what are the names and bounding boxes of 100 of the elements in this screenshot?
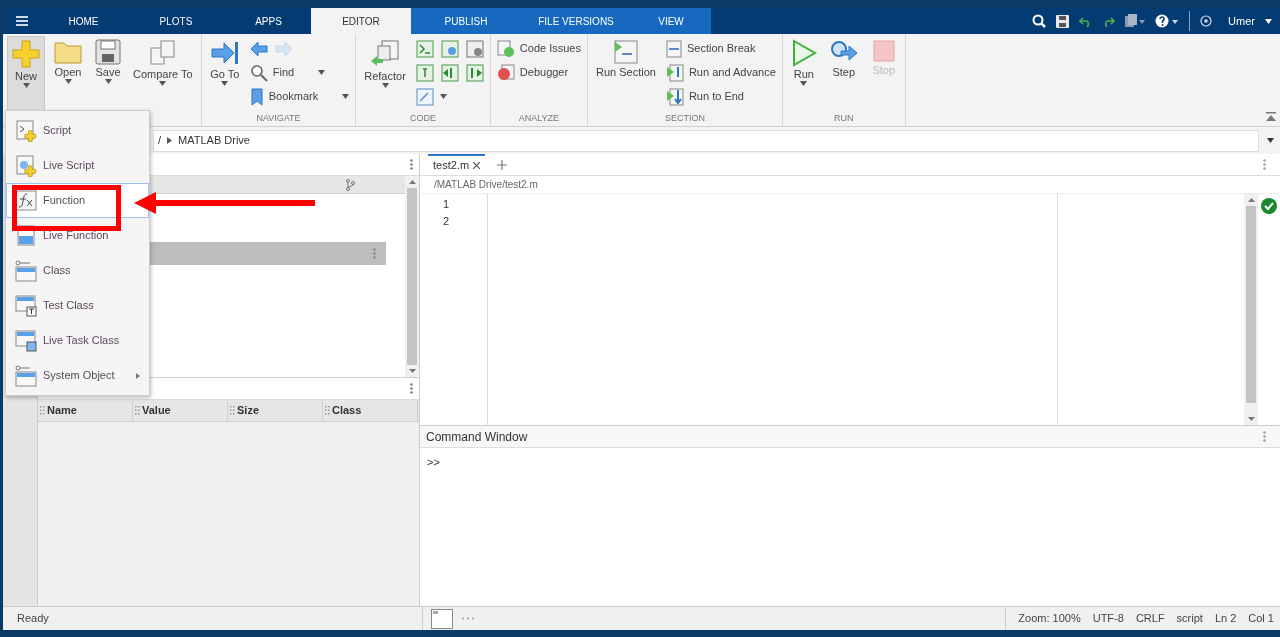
ribbon-button[interactable]: Compare To [129, 36, 197, 112]
toolstrip-tab[interactable]: EDITOR [311, 8, 411, 34]
command-prompt[interactable]: >> [420, 448, 1280, 477]
play-icon [790, 39, 817, 67]
code-issues-icon [496, 39, 515, 58]
more-options-icon [410, 383, 413, 394]
ribbon-button[interactable]: Bookmark [247, 86, 352, 107]
status-text: UTF-8 [1092, 611, 1124, 627]
caret-icon [104, 79, 112, 85]
scrollbar[interactable] [1244, 194, 1258, 425]
caret-icon [381, 83, 389, 89]
menu-item[interactable]: Test Class [6, 288, 149, 323]
ribbon-button[interactable]: Run to End [663, 86, 746, 107]
ribbon-button[interactable]: Run Section [592, 36, 660, 112]
menu-item[interactable]: Class [6, 253, 149, 288]
ribbon-button[interactable]: Step [824, 36, 863, 112]
more-options-icon [373, 248, 376, 259]
menu-item[interactable]: System Object [6, 358, 149, 393]
user-menu-button[interactable]: Umer [1222, 12, 1272, 30]
caret-icon [159, 81, 167, 87]
left-arrow-icon [249, 40, 268, 57]
status-text: CRLF [1135, 611, 1165, 627]
redo-icon [1102, 15, 1116, 27]
menu-item[interactable]: Live Function [6, 218, 149, 253]
ribbon-button[interactable]: Find [247, 62, 328, 83]
right-arrow-icon [274, 40, 293, 57]
ribbon-button[interactable]: Section Break [663, 38, 758, 59]
ribbon-icon-button[interactable] [438, 38, 461, 59]
ribbon-button[interactable]: Run [786, 36, 821, 112]
ribbon-button[interactable]: Debugger [494, 62, 571, 83]
code-icon [440, 63, 459, 82]
magnifier-icon [249, 63, 268, 82]
section-break-icon [665, 39, 682, 58]
scroll-down-icon [1247, 417, 1255, 421]
ribbon-button[interactable]: Save [91, 36, 125, 112]
grip-icon [230, 406, 235, 415]
ribbon-icon-button[interactable] [413, 86, 449, 107]
column-header[interactable]: Size [228, 400, 323, 421]
menu-item[interactable]: Live Task Class [6, 323, 149, 358]
group-title: NAVIGATE [255, 112, 302, 125]
ribbon-button[interactable]: Run and Advance [663, 62, 778, 83]
ribbon-icon-button[interactable] [463, 62, 486, 83]
menu-item[interactable]: Script [6, 113, 149, 148]
column-header[interactable]: Class [323, 400, 418, 421]
toolstrip-tab[interactable]: HOME [41, 8, 126, 34]
run-section-icon [611, 39, 640, 65]
ribbon-icon-button[interactable] [438, 62, 461, 83]
run-and-advance-icon [665, 63, 684, 82]
caret-icon [22, 83, 30, 89]
toolstrip-tab[interactable]: PUBLISH [411, 8, 521, 34]
scroll-up-icon [1247, 198, 1255, 202]
ribbon-button[interactable]: Refactor [360, 36, 410, 112]
ribbon-icon-button[interactable] [413, 38, 436, 59]
folder-path[interactable]: MATLAB Drive [178, 132, 250, 149]
scrollbar[interactable] [405, 176, 419, 377]
help-icon [1155, 14, 1180, 28]
toolstrip-tab[interactable]: PLOTS [126, 8, 226, 34]
close-icon [473, 162, 481, 169]
menu-icon [16, 16, 28, 26]
folder-icon [53, 39, 83, 65]
branch-icon [345, 178, 355, 191]
live-task-class-icon [15, 329, 37, 352]
toolstrip-tab[interactable]: FILE VERSIONS [521, 8, 631, 34]
panel-layout-icon [431, 608, 453, 629]
ribbon-button[interactable]: Code Issues [494, 38, 583, 59]
column-header[interactable]: Value [133, 400, 228, 421]
refactor-icon [369, 39, 402, 69]
ribbon-icon-button[interactable] [413, 62, 436, 83]
submenu-arrow-icon [136, 372, 140, 379]
bookmark-icon [249, 87, 264, 106]
caret-icon [800, 81, 808, 87]
ribbon-button[interactable]: New [7, 36, 45, 112]
toolstrip-tab[interactable]: APPS [226, 8, 311, 34]
plus-icon [497, 160, 508, 170]
search-icon [1032, 14, 1047, 28]
plus-icon [11, 39, 41, 69]
caret-icon [342, 94, 350, 99]
caret-icon [1267, 138, 1274, 143]
caret-icon [318, 70, 326, 75]
menu-item[interactable]: Live Script [6, 148, 149, 183]
scroll-down-icon [408, 369, 416, 373]
group-title: RUN [833, 112, 855, 125]
stop-icon [871, 39, 896, 63]
run-to-end-icon [665, 87, 684, 106]
more-options-icon [1263, 431, 1266, 442]
ribbon-icon-button[interactable] [463, 38, 486, 59]
group-title: ANALYZE [517, 112, 561, 125]
code-icon [440, 39, 459, 58]
live-script-icon [15, 154, 37, 177]
script-icon [15, 119, 37, 142]
save-icon [1056, 14, 1070, 28]
code-icon [415, 39, 434, 58]
more-options-icon [1263, 159, 1266, 170]
ribbon-button[interactable]: Go To [205, 36, 244, 112]
toolstrip-tab[interactable]: VIEW [631, 8, 711, 34]
arrow-to-bar-icon [209, 39, 240, 67]
ribbon-button[interactable]: Open [49, 36, 87, 112]
column-header[interactable]: Name [38, 400, 133, 421]
code-icon [465, 39, 484, 58]
line-number: 2 [441, 214, 450, 229]
